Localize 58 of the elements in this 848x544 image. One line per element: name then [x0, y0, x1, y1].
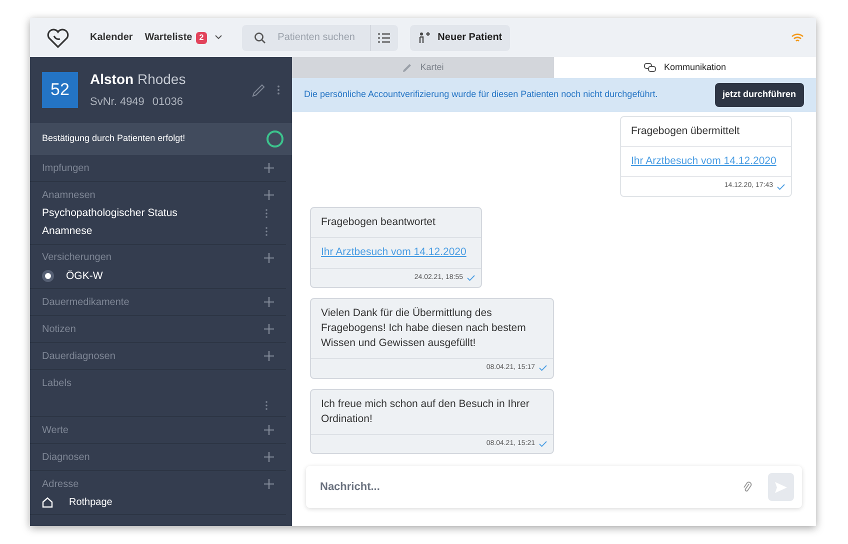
section-title: Dauerdiagnosen	[42, 350, 116, 364]
section-title: Versicherungen	[42, 251, 112, 265]
section-title: Adresse	[42, 478, 79, 492]
nav-link[interactable]: Warteliste 2	[144, 30, 222, 45]
send-icon	[775, 482, 787, 492]
plus-icon[interactable]	[264, 163, 274, 173]
pencil-icon[interactable]	[252, 84, 265, 96]
plus-icon[interactable]	[264, 425, 274, 436]
patient-name: Alston Rhodes	[90, 70, 186, 90]
address-text: Rothpage	[69, 496, 112, 510]
confirmation-text: Bestätigung durch Patienten erfolgt!	[42, 132, 186, 146]
search-input[interactable]: Patienten suchen	[278, 30, 370, 45]
patient-number: 52	[42, 72, 78, 108]
message-text: Fragebogen beantwortet	[320, 214, 436, 230]
plus-icon[interactable]	[264, 190, 274, 200]
section-title: Diagnosen	[42, 450, 90, 465]
new-patient-button[interactable]: Neuer Patient	[410, 24, 510, 50]
person-add-icon	[418, 32, 430, 44]
kebab-menu-icon[interactable]	[265, 209, 268, 218]
section-title: Labels	[42, 376, 72, 391]
list-icon	[378, 32, 390, 42]
verify-button[interactable]: jetzt durchführen	[714, 83, 804, 107]
section-title: Impfungen	[42, 162, 90, 176]
count-badge: 2	[196, 32, 207, 44]
banner-text: Die persönliche Accountverifizierung wurde für diesen Patienten noch nicht durchgeführt.	[304, 88, 658, 102]
kebab-menu-icon[interactable]	[265, 227, 268, 236]
section-title: Anamnesen	[42, 188, 96, 202]
nav-link[interactable]: Kalender	[90, 30, 133, 45]
kebab-menu-icon[interactable]	[277, 85, 280, 95]
plus-icon[interactable]	[264, 351, 274, 362]
sidebar-entry[interactable]: Psychopathologischer Status	[42, 206, 178, 222]
plus-icon[interactable]	[264, 479, 274, 490]
chat-bubbles-icon	[644, 62, 656, 72]
message-text: Fragebogen übermittelt	[630, 124, 741, 138]
plus-icon[interactable]	[264, 452, 274, 462]
section-title: Werte	[42, 424, 68, 438]
message-text: Vielen Dank für die Übermittlung des Fragebogens! Ich habe diesen nach bestem Wissen und Gewissen ausgefüllt!	[320, 306, 527, 351]
plus-icon[interactable]	[264, 297, 274, 308]
plus-icon[interactable]	[264, 252, 274, 262]
search-field[interactable]: Patienten suchen	[242, 24, 398, 50]
pencil-icon	[402, 62, 412, 72]
insurance-name: ÖGK-W	[66, 268, 103, 284]
radio-button[interactable]	[42, 270, 54, 282]
message-text: Ich freue mich schon auf den Besuch in Ihrer Ordination!	[320, 396, 530, 426]
section-title: Notizen	[42, 322, 76, 337]
plus-icon[interactable]	[264, 324, 274, 334]
kebab-menu-icon[interactable]	[265, 400, 268, 410]
sidebar-entry[interactable]: Anamnese	[42, 224, 92, 240]
section-title: Dauermedikamente	[42, 296, 130, 310]
heart-logo-icon	[46, 26, 70, 48]
search-icon	[254, 32, 266, 44]
wifi-icon	[791, 32, 804, 42]
paperclip-icon[interactable]	[743, 481, 752, 493]
birth-code: 01036	[152, 95, 184, 110]
status-ring-icon	[266, 130, 284, 148]
home-icon	[42, 497, 53, 508]
message-input[interactable]: Nachricht...	[320, 478, 743, 496]
insurance-number: SvNr. 4949	[90, 95, 144, 110]
